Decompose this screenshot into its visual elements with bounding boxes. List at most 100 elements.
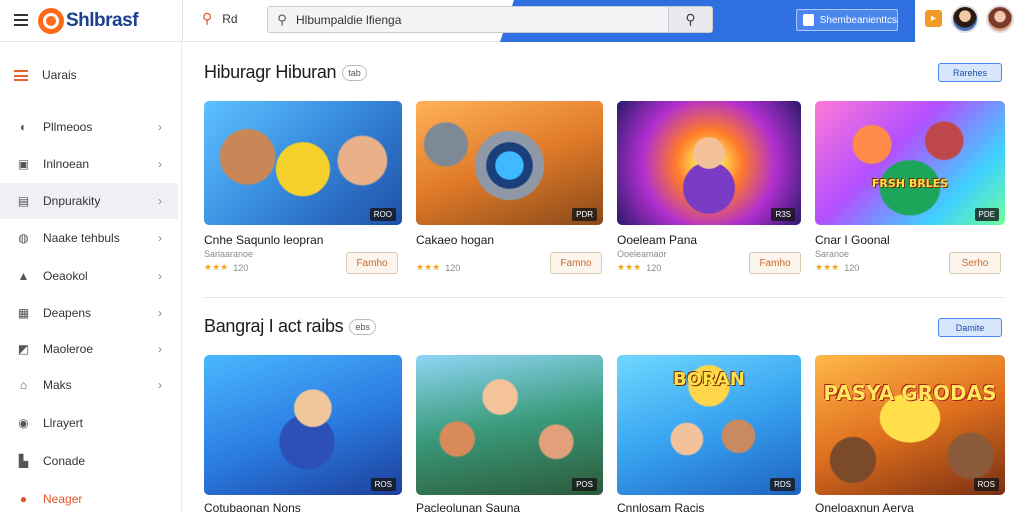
game-title[interactable]: Cnar I Goonal [815, 233, 890, 247]
game-card[interactable]: ROS Cotubaonan Nons [204, 355, 402, 515]
sidebar-item-inlnoean[interactable]: ▣ Inlnoean › [0, 146, 178, 182]
chevron-right-icon: › [158, 269, 162, 283]
search-icon: ⚲ [202, 10, 213, 26]
star-icon: ★★★ [416, 262, 441, 272]
sidebar-item-label: Inlnoean [43, 157, 90, 171]
play-button[interactable]: Famho [749, 252, 801, 274]
app-logo[interactable]: Shlbrasf [38, 8, 139, 34]
thumbnail-title-art: FRSH BRLES [871, 177, 949, 190]
sidebar-item-deapens[interactable]: ▦ Deapens › [0, 295, 178, 331]
thumbnail-badge: POS [572, 478, 597, 491]
thumbnail-badge: PDE [974, 208, 999, 221]
rating-stars: ★★★ 120 [416, 262, 460, 273]
chart-icon: ◩ [17, 342, 30, 356]
game-thumbnail[interactable]: BORAN RDS [617, 355, 801, 495]
section-tag[interactable]: tab [342, 64, 367, 81]
logo-text: Shlbrasf [66, 10, 139, 31]
sidebar-item-oeaokol[interactable]: ▲ Oeaokol › [0, 258, 178, 294]
rating-stars: ★★★ 120 [617, 262, 661, 273]
section-tag[interactable]: ebs [349, 318, 376, 335]
fire-icon: ● [19, 492, 28, 506]
header-divider [182, 0, 183, 42]
menu-toggle-icon[interactable] [14, 14, 28, 26]
search-input[interactable] [296, 12, 668, 27]
game-title[interactable]: Pacleolunan Sauna [416, 501, 520, 515]
game-title[interactable]: Cotubaonan Nons [204, 501, 301, 515]
rating-stars: ★★★ 120 [204, 262, 248, 273]
notification-icon[interactable]: ▸ [925, 10, 942, 27]
search-bar[interactable]: ⚲ ⚲ [267, 6, 713, 33]
sidebar-heading[interactable]: Uarais [14, 68, 77, 82]
thumbnail-badge: ROO [369, 208, 396, 221]
sidebar-item-naake-tehbuls[interactable]: ◍ Naake tehbuls › [0, 220, 178, 256]
lock-icon: ▲ [17, 269, 30, 283]
sidebar-item-label: Maoleroe [43, 342, 94, 356]
game-title[interactable]: Ooeleam Pana [617, 233, 697, 247]
home-icon: ⌂ [19, 378, 28, 392]
chevron-right-icon: › [158, 306, 162, 320]
card-icon: ▤ [17, 194, 30, 208]
rating-count: 120 [646, 262, 662, 273]
sidebar-item-label: Neager [43, 492, 83, 506]
circle-icon: ◉ [18, 416, 29, 430]
game-card[interactable]: R3S Ooeleam Pana Ooeleamaor ★★★ 120 Famh… [617, 101, 801, 274]
avatar-secondary[interactable] [986, 5, 1014, 33]
section-header: Bangraj I act raibs ebs [204, 316, 376, 337]
section-action-button[interactable]: Damite [938, 318, 1002, 337]
game-title[interactable]: Cakaeo hogan [416, 233, 494, 247]
shield-icon: ◍ [18, 231, 29, 245]
game-card[interactable]: FRSH BRLES PDE Cnar I Goonal Saranoe ★★★… [815, 101, 1005, 274]
sidebar-item-label: Oeaokol [43, 269, 88, 283]
sidebar-item-maoleroe[interactable]: ◩ Maoleroe › [0, 331, 178, 367]
sidebar-item-label: Llrayert [43, 416, 84, 430]
game-thumbnail[interactable]: R3S [617, 101, 801, 225]
section-divider [204, 297, 1004, 298]
sidebar-item-pllmeoos[interactable]: ◐ Pllmeoos › [0, 109, 178, 145]
header-quick-search[interactable]: ⚲ Rd [202, 10, 238, 27]
game-thumbnail[interactable]: FRSH BRLES PDE [815, 101, 1005, 225]
game-thumbnail[interactable]: ROO [204, 101, 402, 225]
sidebar-item-label: Deapens [43, 306, 92, 320]
chevron-right-icon: › [158, 157, 162, 171]
thumbnail-badge: ROS [973, 478, 999, 491]
quick-search-label: Rd [222, 11, 238, 26]
section-title: Bangraj I act raibs [204, 316, 344, 336]
game-thumbnail[interactable]: PDR [416, 101, 603, 225]
section-action-button[interactable]: Rarehes [938, 63, 1002, 82]
search-button[interactable]: ⚲ [668, 7, 712, 32]
game-card[interactable]: BORAN RDS Cnnlosam Racis [617, 355, 801, 515]
game-title[interactable]: Oneloaxnun Aerva [815, 501, 914, 515]
sidebar-item-conade[interactable]: ▙ Conade [0, 443, 178, 479]
chevron-right-icon: › [158, 342, 162, 356]
sidebar-item-label: Maks [43, 378, 72, 392]
game-title[interactable]: Cnhe Saqunlo leopran [204, 233, 323, 247]
promo-button[interactable]: Shembeanienttcs [796, 9, 898, 31]
avatar[interactable] [951, 5, 979, 33]
thumbnail-badge: RDS [770, 478, 795, 491]
sidebar-item-label: Pllmeoos [43, 120, 93, 134]
thumbnail-badge: PDR [572, 208, 597, 221]
sidebar-item-llrayert[interactable]: ◉ Llrayert [0, 405, 178, 441]
sidebar-item-dnpurakity[interactable]: ▤ Dnpurakity › [0, 183, 178, 219]
game-thumbnail[interactable]: PASYA GRODAS ROS [815, 355, 1005, 495]
game-card[interactable]: PASYA GRODAS ROS Oneloaxnun Aerva [815, 355, 1005, 515]
play-button[interactable]: Famno [550, 252, 602, 274]
play-button[interactable]: Famho [346, 252, 398, 274]
thumbnail-title-art: PASYA GRODAS [823, 381, 997, 405]
play-button[interactable]: Serho [949, 252, 1001, 274]
menu-icon [14, 69, 28, 81]
game-title[interactable]: Cnnlosam Racis [617, 501, 704, 515]
star-icon: ★★★ [815, 262, 840, 272]
sidebar-item-maks[interactable]: ⌂ Maks › [0, 367, 178, 403]
sidebar-item-label: Dnpurakity [43, 194, 101, 208]
logo-icon [38, 8, 64, 34]
game-thumbnail[interactable]: POS [416, 355, 603, 495]
promo-label: Shembeanienttcs [819, 14, 897, 26]
chevron-right-icon: › [158, 120, 162, 134]
game-card[interactable]: PDR Cakaeo hogan ★★★ 120 Famno [416, 101, 603, 274]
game-card[interactable]: ROO Cnhe Saqunlo leopran Sarlaaranoe ★★★… [204, 101, 402, 274]
game-card[interactable]: POS Pacleolunan Sauna [416, 355, 603, 515]
game-meta: Saranoe [815, 249, 850, 259]
magnifier-icon: ⚲ [685, 11, 696, 27]
game-thumbnail[interactable]: ROS [204, 355, 402, 495]
